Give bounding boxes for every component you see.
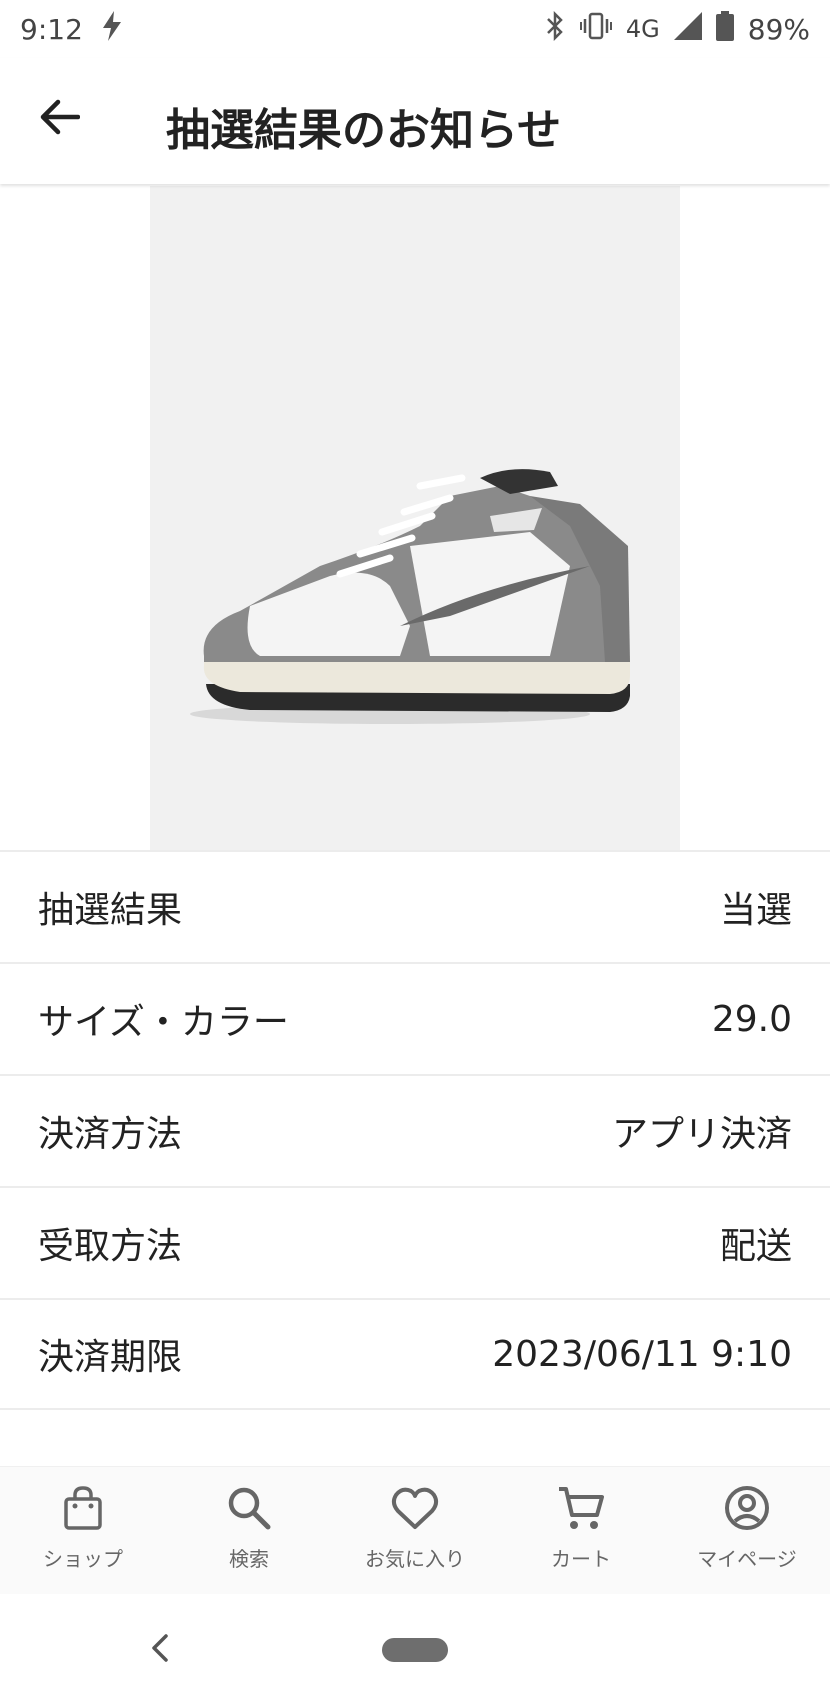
product-image (150, 186, 680, 850)
detail-value: アプリ決済 (611, 1114, 792, 1155)
status-bar: 9:12 4G 89% (0, 0, 830, 58)
detail-value: 配送 (719, 1226, 792, 1267)
chevron-left-icon (150, 1633, 170, 1667)
account-icon (724, 1485, 770, 1535)
back-button[interactable] (28, 88, 90, 150)
app-bar: 抽選結果のお知らせ (0, 58, 830, 184)
page-title: 抽選結果のお知らせ (166, 105, 562, 156)
shopping-bag-icon (61, 1485, 105, 1535)
system-back-button[interactable] (142, 1628, 178, 1672)
detail-row-delivery-method: 受取方法 配送 (0, 1186, 830, 1298)
signal-icon (673, 11, 702, 47)
status-time: 9:12 (20, 12, 83, 46)
detail-value: 当選 (719, 890, 792, 931)
nav-label: 検索 (229, 1547, 269, 1571)
detail-value: 2023/06/11 9:10 (492, 1333, 792, 1375)
detail-value: 29.0 (711, 998, 792, 1040)
home-pill[interactable] (382, 1638, 448, 1662)
network-type: 4G (625, 15, 660, 43)
system-nav (0, 1594, 830, 1706)
nav-label: マイページ (697, 1547, 797, 1571)
search-icon (226, 1485, 272, 1535)
detail-row-payment-method: 決済方法 アプリ決済 (0, 1074, 830, 1186)
detail-label: 決済方法 (38, 1114, 183, 1155)
detail-row-size-color: サイズ・カラー 29.0 (0, 962, 830, 1074)
bluetooth-icon (544, 10, 566, 48)
detail-row-result: 抽選結果 当選 (0, 850, 830, 962)
status-left: 9:12 (20, 10, 123, 48)
sneaker-image (190, 469, 630, 724)
nav-label: カート (551, 1547, 611, 1571)
nav-item-cart[interactable]: カート (498, 1467, 664, 1595)
arrow-back-icon (38, 96, 81, 142)
cart-icon (557, 1485, 605, 1535)
nav-label: お気に入り (365, 1547, 465, 1571)
detail-label: サイズ・カラー (38, 1002, 289, 1043)
nav-item-search[interactable]: 検索 (166, 1467, 332, 1595)
result-details: 抽選結果 当選 サイズ・カラー 29.0 決済方法 アプリ決済 受取方法 配送 … (0, 850, 830, 1410)
battery-level: 89% (747, 12, 810, 46)
bottom-nav: ショップ 検索 お気に入り カート マイページ (0, 1466, 830, 1595)
status-right: 4G 89% (544, 10, 810, 48)
detail-label: 抽選結果 (38, 890, 183, 931)
nav-label: ショップ (43, 1547, 123, 1571)
heart-icon (391, 1485, 439, 1535)
detail-label: 受取方法 (38, 1226, 183, 1267)
vibrate-icon (579, 11, 612, 48)
nav-item-mypage[interactable]: マイページ (664, 1467, 830, 1595)
flash-icon (101, 10, 123, 48)
detail-row-payment-deadline: 決済期限 2023/06/11 9:10 (0, 1298, 830, 1410)
nav-item-shop[interactable]: ショップ (0, 1467, 166, 1595)
battery-icon (715, 10, 734, 48)
detail-label: 決済期限 (38, 1337, 183, 1378)
nav-item-favorites[interactable]: お気に入り (332, 1467, 498, 1595)
